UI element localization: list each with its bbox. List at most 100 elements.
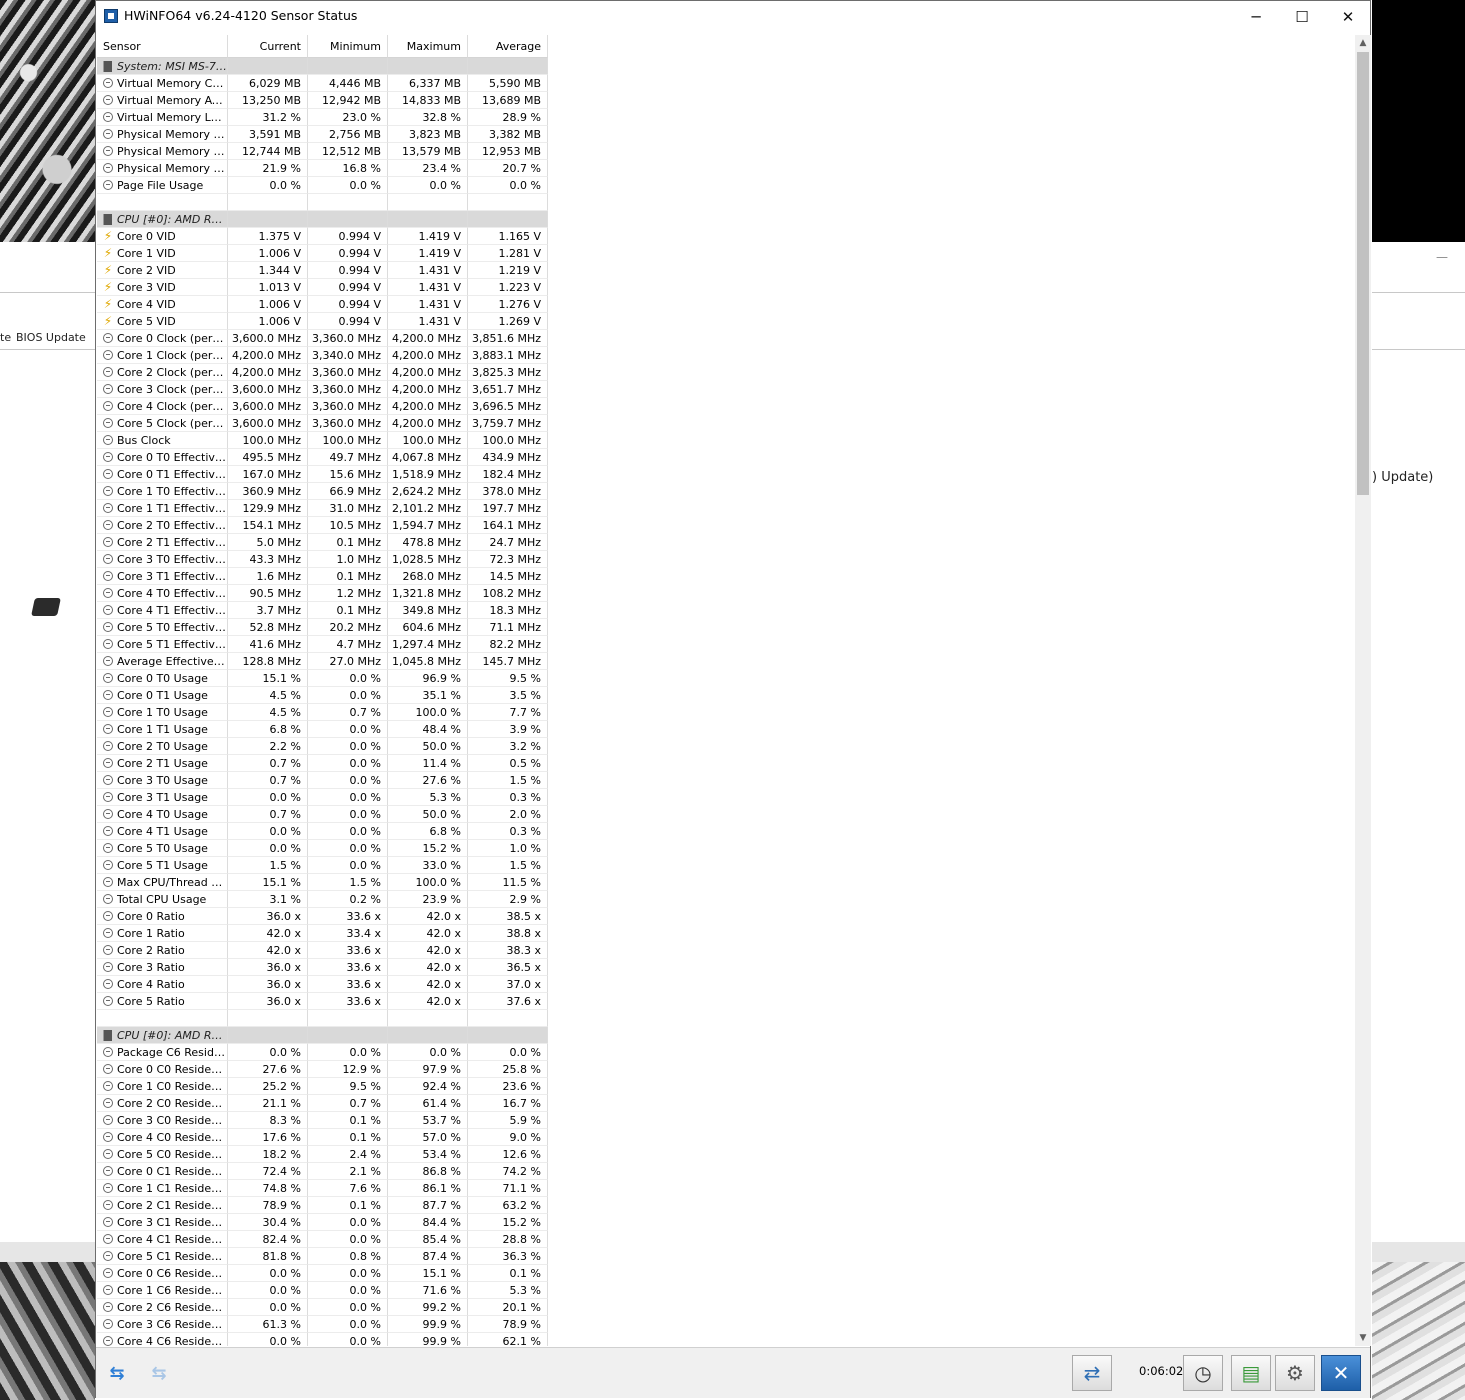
table-row[interactable]: Core 0 T0 Usage 15.1 % 0.0 % 96.9 % 9.5 % [97,670,548,687]
sensor-label: Core 4 T0 Effective... [117,586,227,600]
table-row[interactable]: Core 2 T1 Usage 0.7 % 0.0 % 11.4 % 0.5 % [97,755,548,772]
sensor-group-row[interactable]: CPU [#0]: AMD Ryz... [97,1027,548,1044]
table-row[interactable]: Core 0 Clock (perf ... 3,600.0 MHz 3,360.0… [97,330,548,347]
table-row[interactable]: Core 2 C6 Residency 0.0 % 0.0 % 99.2 % 20.1 … [97,1299,548,1316]
sensor-label: Core 4 VID [117,297,176,311]
table-row[interactable]: Core 3 T1 Usage 0.0 % 0.0 % 5.3 % 0.3 % [97,789,548,806]
nav-arrows-disabled-icon[interactable]: ⇆ [140,1361,178,1385]
table-row[interactable]: Core 5 T1 Effective... 41.6 MHz 4.7 MHz 1,2… [97,636,548,653]
table-row[interactable]: Core 4 C0 Residency 17.6 % 0.1 % 57.0 % 9.0 … [97,1129,548,1146]
table-row[interactable]: Core 1 T1 Effective... 129.9 MHz 31.0 MHz 2… [97,500,548,517]
maximize-button[interactable]: ☐ [1279,1,1325,32]
table-row[interactable]: Core 5 Ratio 36.0 x 33.6 x 42.0 x 37.6 x [97,993,548,1010]
table-row[interactable]: Total CPU Usage 3.1 % 0.2 % 23.9 % 2.9 % [97,891,548,908]
table-row[interactable]: Core 0 C6 Residency 0.0 % 0.0 % 15.1 % 0.1 % [97,1265,548,1282]
table-row[interactable]: Max CPU/Thread U... 15.1 % 1.5 % 100.0 % 11.… [97,874,548,891]
table-row[interactable]: Core 2 T1 Effective... 5.0 MHz 0.1 MHz 478.… [97,534,548,551]
table-row[interactable]: Core 4 T1 Usage 0.0 % 0.0 % 6.8 % 0.3 % [97,823,548,840]
vertical-scrollbar[interactable]: ▲ ▼ [1355,35,1371,1346]
table-row[interactable]: Core 3 C0 Residency 8.3 % 0.1 % 53.7 % 5.9 % [97,1112,548,1129]
table-row[interactable]: Core 5 T0 Effective... 52.8 MHz 20.2 MHz 60… [97,619,548,636]
table-row[interactable]: Virtual Memory Load 31.2 % 23.0 % 32.8 % 28.… [97,109,548,126]
table-row[interactable]: Core 3 Ratio 36.0 x 33.6 x 42.0 x 36.5 x [97,959,548,976]
table-row[interactable]: ⚡ Core 2 VID 1.344 V 0.994 V 1.431 V 1.219 V [97,262,548,279]
table-row[interactable]: Virtual Memory Avai... 13,250 MB 12,942 MB… [97,92,548,109]
title-bar[interactable]: HWiNFO64 v6.24-4120 Sensor Status ─ ☐ ✕ [96,1,1370,32]
minimize-button[interactable]: ─ [1233,1,1279,32]
table-row[interactable]: Core 5 T0 Usage 0.0 % 0.0 % 15.2 % 1.0 % [97,840,548,857]
table-row[interactable]: Core 1 Ratio 42.0 x 33.4 x 42.0 x 38.8 x [97,925,548,942]
add-log-icon[interactable]: ▤ [1231,1355,1271,1391]
scroll-down-arrow-icon[interactable]: ▼ [1355,1330,1371,1346]
table-row[interactable]: Core 1 T1 Usage 6.8 % 0.0 % 48.4 % 3.9 % [97,721,548,738]
table-row[interactable]: Core 1 C1 Residency 74.8 % 7.6 % 86.1 % 71.1… [97,1180,548,1197]
table-row[interactable]: Core 1 T0 Effective... 360.9 MHz 66.9 MHz 2… [97,483,548,500]
table-row[interactable]: Core 1 C6 Residency 0.0 % 0.0 % 71.6 % 5.3 % [97,1282,548,1299]
sensor-table[interactable]: Sensor Current Minimum Maximum Average S… [97,35,1354,1346]
table-row[interactable]: Core 5 C1 Residency 81.8 % 0.8 % 87.4 % 36.3… [97,1248,548,1265]
table-row[interactable]: Core 2 Clock (perf ... 4,200.0 MHz 3,360.0… [97,364,548,381]
table-row[interactable]: Bus Clock 100.0 MHz 100.0 MHz 100.0 MHz 100.… [97,432,548,449]
table-row[interactable]: Physical Memory Av... 12,744 MB 12,512 MB 1… [97,143,548,160]
clock-icon[interactable]: ◷ [1183,1355,1223,1391]
table-row[interactable]: Package C6 Reside... 0.0 % 0.0 % 0.0 % 0.0 % [97,1044,548,1061]
network-icon[interactable]: ⇄ [1072,1355,1112,1391]
table-row[interactable]: Physical Memory Used3,591 MB2,756 MB3,82… [97,126,548,143]
table-row[interactable]: ⚡ Core 5 VID 1.006 V 0.994 V 1.431 V 1.269 V [97,313,548,330]
table-row[interactable]: ⚡ Core 4 VID 1.006 V 0.994 V 1.431 V 1.276 V [97,296,548,313]
table-row[interactable]: ⚡ Core 3 VID 1.013 V 0.994 V 1.431 V 1.223 V [97,279,548,296]
settings-icon[interactable]: ⚙ [1275,1355,1315,1391]
table-row[interactable]: Core 5 C0 Residency 18.2 % 2.4 % 53.4 % 12.6… [97,1146,548,1163]
scroll-thumb[interactable] [1357,52,1369,495]
table-row[interactable]: Core 3 C6 Residency 61.3 % 0.0 % 99.9 % 78.9… [97,1316,548,1333]
table-row[interactable]: Core 5 Clock (perf ... 3,600.0 MHz 3,360.0… [97,415,548,432]
sensor-group-row[interactable]: System: MSI MS-7A38 [97,58,548,75]
table-row[interactable]: Physical Memory Load21.9 %16.8 %23.4 %20… [97,160,548,177]
table-row[interactable]: Core 5 T1 Usage 1.5 % 0.0 % 33.0 % 1.5 % [97,857,548,874]
column-header-current[interactable]: Current [228,35,308,58]
close-window-button[interactable]: ✕ [1325,1,1371,32]
table-row[interactable]: Core 3 Clock (perf ... 3,600.0 MHz 3,360.0… [97,381,548,398]
table-row[interactable]: Core 2 C1 Residency 78.9 % 0.1 % 87.7 % 63.2… [97,1197,548,1214]
table-row[interactable]: Core 1 Clock (perf ... 4,200.0 MHz 3,340.0… [97,347,548,364]
scroll-up-arrow-icon[interactable]: ▲ [1355,35,1371,51]
table-row[interactable]: Core 1 T0 Usage 4.5 % 0.7 % 100.0 % 7.7 % [97,704,548,721]
table-row[interactable]: Core 4 Clock (perf ... 3,600.0 MHz 3,360.0… [97,398,548,415]
sensor-group-row[interactable]: CPU [#0]: AMD Ryz... [97,211,548,228]
table-row[interactable]: Core 2 C0 Residency 21.1 % 0.7 % 61.4 % 16.7… [97,1095,548,1112]
table-row[interactable]: Core 3 T0 Effective... 43.3 MHz 1.0 MHz 1,0… [97,551,548,568]
table-row[interactable]: Page File Usage 0.0 % 0.0 % 0.0 % 0.0 % [97,177,548,194]
table-row[interactable]: Core 0 Ratio 36.0 x 33.6 x 42.0 x 38.5 x [97,908,548,925]
table-row[interactable]: Average Effective ... 128.8 MHz 27.0 MHz 1,… [97,653,548,670]
table-row[interactable]: ⚡ Core 0 VID 1.375 V 0.994 V 1.419 V 1.165 V [97,228,548,245]
table-row[interactable]: Core 2 Ratio 42.0 x 33.6 x 42.0 x 38.3 x [97,942,548,959]
table-row[interactable]: Core 4 C6 Residency 0.0 % 0.0 % 99.9 % 62.1 … [97,1333,548,1346]
table-row[interactable]: Core 4 T1 Effective... 3.7 MHz 0.1 MHz 349.… [97,602,548,619]
column-header-average[interactable]: Average [468,35,548,58]
table-row[interactable]: Core 0 T0 Effective... 495.5 MHz 49.7 MHz 4… [97,449,548,466]
table-row[interactable]: Core 1 C0 Residency 25.2 % 9.5 % 92.4 % 23.6… [97,1078,548,1095]
column-header-minimum[interactable]: Minimum [308,35,388,58]
table-row[interactable]: Core 0 T1 Usage 4.5 % 0.0 % 35.1 % 3.5 % [97,687,548,704]
sensor-label: Virtual Memory Avai... [117,93,227,107]
close-icon[interactable]: ✕ [1321,1355,1361,1391]
table-row[interactable]: Virtual Memory Com...6,029 MB4,446 MB6,3… [97,75,548,92]
bios-update-label[interactable]: BIOS Update [16,331,86,344]
table-row[interactable]: Core 3 T0 Usage 0.7 % 0.0 % 27.6 % 1.5 % [97,772,548,789]
table-row[interactable]: Core 4 T0 Effective... 90.5 MHz 1.2 MHz 1,3… [97,585,548,602]
table-row[interactable]: Core 3 T1 Effective... 1.6 MHz 0.1 MHz 268.… [97,568,548,585]
table-row[interactable]: ⚡ Core 1 VID 1.006 V 0.994 V 1.419 V 1.281 V [97,245,548,262]
table-row[interactable]: Core 0 C0 Residency 27.6 % 12.9 % 97.9 % 25.… [97,1061,548,1078]
table-row[interactable]: Core 0 T1 Effective... 167.0 MHz 15.6 MHz 1… [97,466,548,483]
table-row[interactable]: Core 0 C1 Residency 72.4 % 2.1 % 86.8 % 74.2… [97,1163,548,1180]
table-row[interactable]: Core 4 Ratio 36.0 x 33.6 x 42.0 x 37.0 x [97,976,548,993]
table-row[interactable]: Core 4 C1 Residency 82.4 % 0.0 % 85.4 % 28.8… [97,1231,548,1248]
column-header-sensor[interactable]: Sensor [97,35,228,58]
table-row[interactable]: Core 2 T0 Effective... 154.1 MHz 10.5 MHz 1… [97,517,548,534]
table-row[interactable]: Core 2 T0 Usage 2.2 % 0.0 % 50.0 % 3.2 % [97,738,548,755]
table-row[interactable]: Core 4 T0 Usage 0.7 % 0.0 % 50.0 % 2.0 % [97,806,548,823]
table-row[interactable]: Core 3 C1 Residency 30.4 % 0.0 % 84.4 % 15.2… [97,1214,548,1231]
sensor-name-cell: Core 1 Ratio [97,925,228,942]
column-header-maximum[interactable]: Maximum [388,35,468,58]
nav-arrows-icon[interactable]: ⇆ [98,1361,136,1385]
